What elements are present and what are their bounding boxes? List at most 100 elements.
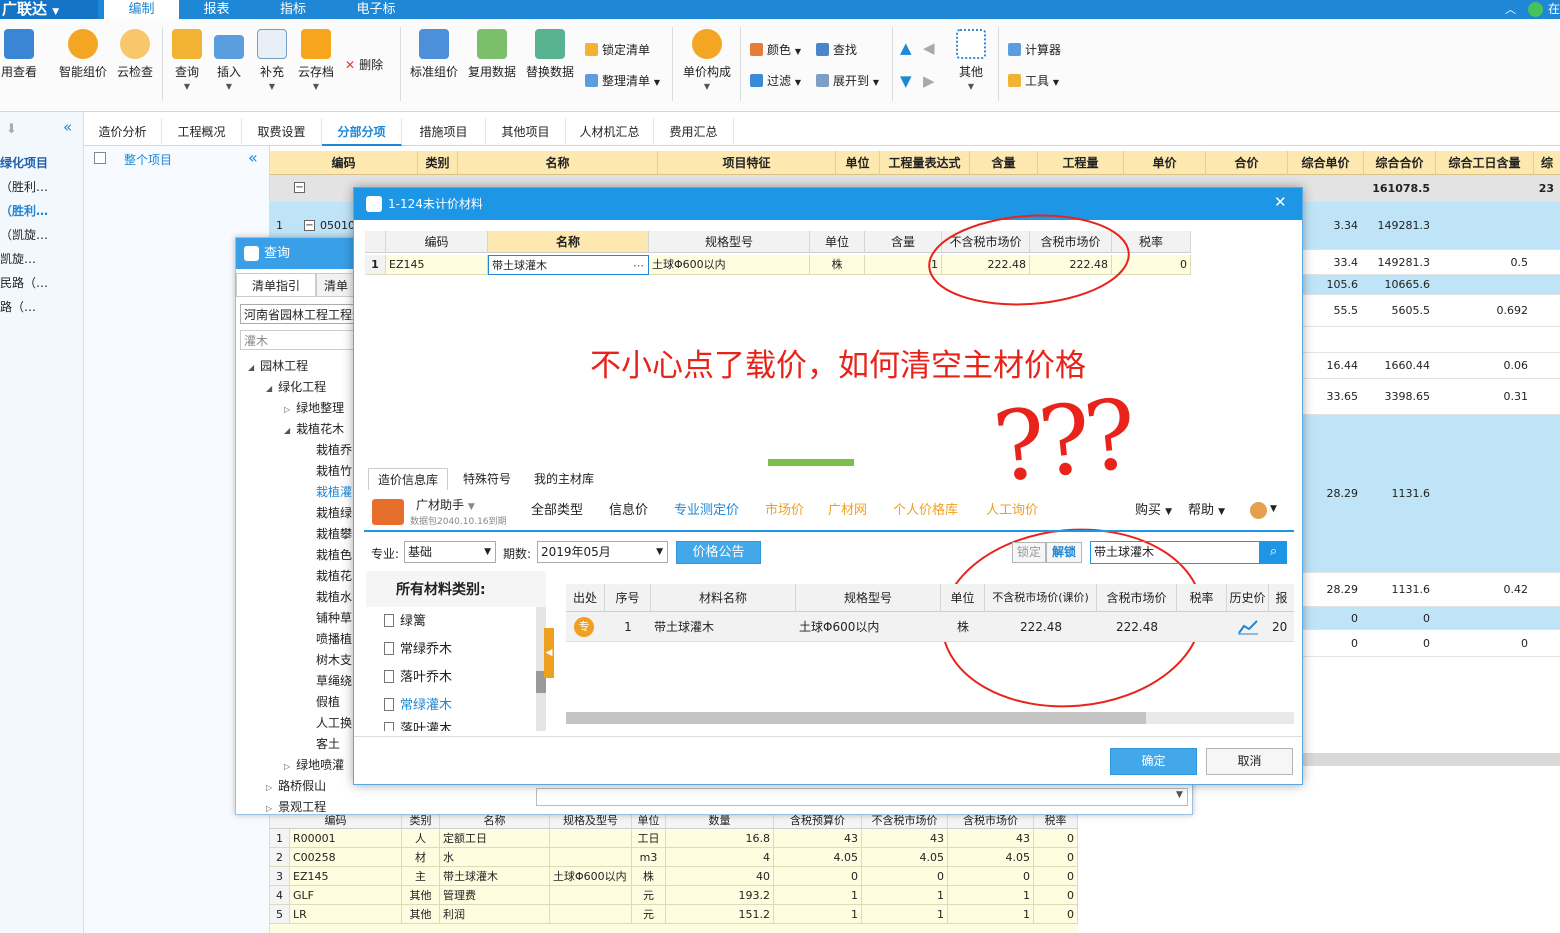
link-buy[interactable]: 购买 ▼ (1135, 501, 1172, 521)
tree-expander-icon[interactable]: ▷ (284, 405, 290, 414)
col-labor-content[interactable]: 综合工日含量 (1436, 151, 1534, 175)
resource-cell[interactable]: 0 (774, 867, 862, 886)
replace-data-button[interactable]: 替换数据 (521, 29, 579, 80)
col-code[interactable]: 编码 (270, 151, 418, 175)
delete-button[interactable]: ✕ 删除 (345, 56, 383, 74)
tree-item-1[interactable]: （胜利… (0, 176, 48, 198)
result-scroll-thumb[interactable] (566, 712, 1146, 724)
resource-cell[interactable]: 16.8 (666, 829, 774, 848)
query-tree-item[interactable]: 栽植乔 (302, 440, 352, 461)
query-tree-item[interactable]: 栽植竹 (302, 461, 352, 482)
collapse-ribbon-icon[interactable]: ︿ (1505, 0, 1516, 19)
cancel-button[interactable]: 取消 (1206, 748, 1293, 775)
resource-cell[interactable]: C00258 (290, 848, 402, 867)
menu-index[interactable]: 指标 (254, 0, 332, 19)
tab-fee-settings[interactable]: 取费设置 (242, 118, 322, 146)
resource-cell[interactable]: 0 (1034, 829, 1078, 848)
rcol-more[interactable]: 报 (1269, 584, 1294, 612)
tab-sections[interactable]: 分部分项 (322, 118, 402, 146)
menu-etender[interactable]: 电子标 (332, 0, 420, 19)
tab-measures[interactable]: 措施项目 (402, 118, 486, 146)
tab-special-symbols[interactable]: 特殊符号 (454, 468, 520, 490)
link-info-price[interactable]: 信息价 (609, 501, 648, 521)
mrow-spec[interactable]: 土球Φ600以内 (649, 255, 810, 275)
query-tree-item[interactable]: 栽植灌 (302, 482, 352, 503)
rcol-price-ex[interactable]: 不含税市场价(课价) (985, 584, 1097, 612)
resource-cell[interactable]: 1 (774, 905, 862, 924)
rcol-spec[interactable]: 规格型号 (796, 584, 941, 612)
resource-cell[interactable]: 43 (774, 829, 862, 848)
tree-expander-icon[interactable]: ◢ (248, 363, 254, 372)
expand-to-button[interactable]: 展开到 ▼ (816, 72, 879, 90)
col-feature[interactable]: 项目特征 (658, 151, 836, 175)
resource-cell[interactable]: 元 (632, 886, 666, 905)
link-guangcai-net[interactable]: 广材网 (828, 501, 867, 521)
resource-cell[interactable]: 人 (402, 829, 440, 848)
find-button[interactable]: 查找 (816, 41, 857, 59)
other-button[interactable]: 其他 ▼ (942, 29, 1000, 91)
period-select[interactable]: 2019年05月 ▼ (537, 541, 668, 563)
query-tree-item[interactable]: ◢ 栽植花木 (284, 419, 344, 440)
resource-cell[interactable]: 4.05 (862, 848, 948, 867)
resource-cell[interactable]: 带土球灌木 (440, 867, 550, 886)
resource-cell[interactable] (550, 829, 632, 848)
query-tree-item[interactable]: ▷ 景观工程 (266, 797, 326, 818)
resource-cell[interactable]: 其他 (402, 905, 440, 924)
resource-cell[interactable] (550, 848, 632, 867)
resource-cell[interactable]: 0 (1034, 848, 1078, 867)
resource-cell[interactable]: 1 (862, 905, 948, 924)
query-tree-item[interactable]: 栽植花 (302, 566, 352, 587)
category-item[interactable]: 绿篱 (384, 609, 426, 635)
resource-cell[interactable]: 4.05 (948, 848, 1034, 867)
resource-cell[interactable]: 定额工日 (440, 829, 550, 848)
tools-button[interactable]: 工具 ▼ (1008, 72, 1059, 90)
mrow-code[interactable]: EZ145 (386, 255, 488, 275)
resource-cell[interactable]: 土球Φ600以内 (550, 867, 632, 886)
resource-cell[interactable]: 0 (1034, 867, 1078, 886)
chevron-down-icon[interactable]: ▼ (1176, 790, 1183, 800)
rcol-unit[interactable]: 单位 (941, 584, 985, 612)
col-quantity[interactable]: 工程量 (1038, 151, 1124, 175)
smart-pricing-button[interactable]: 智能组价 (54, 29, 112, 80)
tab-fee-summary[interactable]: 费用汇总 (654, 118, 734, 146)
query-tree-item[interactable]: 人工换 (302, 713, 352, 734)
query-tree-item[interactable]: 假植 (302, 692, 340, 713)
query-tree-item[interactable]: 栽植攀 (302, 524, 352, 545)
rcol-num[interactable]: 序号 (605, 584, 651, 612)
collapse-left-icon[interactable]: « (248, 148, 258, 167)
tab-my-materials[interactable]: 我的主材库 (526, 468, 602, 490)
rcol-name[interactable]: 材料名称 (651, 584, 796, 612)
usage-view-button[interactable]: 用查看 (0, 29, 48, 80)
link-all-types[interactable]: 全部类型 (531, 501, 583, 521)
category-item[interactable]: 落叶灌木 (384, 717, 452, 731)
tab-overview[interactable]: 工程概况 (162, 118, 242, 146)
collapse-panel-icon[interactable]: ◀ (544, 628, 554, 678)
splitter-handle[interactable] (768, 459, 854, 466)
col-more[interactable]: 综 (1534, 151, 1560, 175)
resource-cell[interactable]: 株 (632, 867, 666, 886)
query-tree-item[interactable]: ◢ 绿化工程 (266, 377, 326, 398)
move-down-icon[interactable]: ▼ (900, 72, 912, 90)
resource-cell[interactable]: 1 (948, 886, 1034, 905)
mcol-spec[interactable]: 规格型号 (649, 231, 810, 253)
resource-cell[interactable]: 利润 (440, 905, 550, 924)
resource-cell[interactable]: 4 (666, 848, 774, 867)
mcol-unit[interactable]: 单位 (810, 231, 865, 253)
cloud-archive-button[interactable]: 云存档 ▼ (287, 29, 345, 91)
major-select[interactable]: 基础 ▼ (404, 541, 496, 563)
arrow-down-icon[interactable]: ⬇ (6, 122, 17, 137)
whole-project-item[interactable]: 整个项目 (124, 151, 172, 168)
lock-button[interactable]: 锁定 (1012, 542, 1046, 563)
mrow-name-input[interactable]: 带土球灌木 ⋯ (488, 255, 649, 275)
move-right-icon[interactable]: ▶ (923, 72, 935, 90)
resource-cell[interactable]: 工日 (632, 829, 666, 848)
tab-other-items[interactable]: 其他项目 (486, 118, 566, 146)
query-bottom-select[interactable] (536, 788, 1188, 806)
resource-cell[interactable] (550, 905, 632, 924)
more-icon[interactable]: ⋯ (633, 256, 644, 274)
chevron-down-icon[interactable]: ▼ (1270, 504, 1277, 514)
resource-cell[interactable]: 1 (862, 886, 948, 905)
search-icon[interactable]: ⌕ (1260, 541, 1287, 564)
col-unit[interactable]: 单位 (836, 151, 880, 175)
mcol-name[interactable]: 名称 (488, 231, 649, 253)
